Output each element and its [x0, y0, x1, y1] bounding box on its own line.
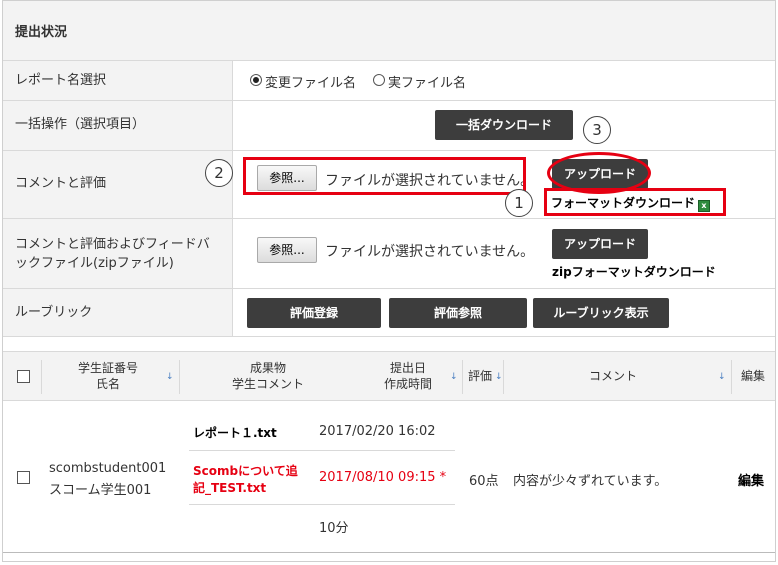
callout-number-1: 1 — [505, 189, 533, 217]
submit-date-2: 2017/08/10 09:15 * — [319, 470, 447, 485]
callout-number-3: 3 — [583, 116, 611, 144]
rubric-row: ルーブリック 評価登録 評価参照 ルーブリック表示 — [3, 289, 775, 337]
sort-student-icon[interactable]: ↓ — [166, 372, 174, 382]
header-student-id-line1[interactable]: 学生証番号 — [43, 360, 173, 376]
header-grade[interactable]: 評価 — [465, 368, 495, 384]
select-all-checkbox[interactable] — [17, 370, 30, 383]
submitted-file-1[interactable]: レポート１.txt — [193, 424, 277, 441]
comment-zip-label-line1: コメントと評価およびフィードバ — [15, 237, 210, 252]
report-name-label: レポート名選択 — [15, 73, 107, 88]
header-divider — [503, 360, 504, 394]
rubric-register-button[interactable]: 評価登録 — [247, 298, 381, 328]
report-name-row: レポート名選択 変更ファイル名 実ファイル名 — [3, 61, 775, 101]
zip-format-download-link[interactable]: zipフォーマットダウンロード — [552, 263, 716, 280]
header-student-name-line2[interactable]: 氏名 — [43, 376, 173, 392]
sort-grade-icon[interactable]: ↓ — [495, 372, 503, 382]
rubric-display-button[interactable]: ルーブリック表示 — [533, 298, 669, 328]
zip-no-file-text: ファイルが選択されていません。 — [325, 244, 535, 260]
comment-text: 内容が少々ずれています。 — [513, 474, 668, 489]
submitted-file-2-line2[interactable]: 記_TEST.txt — [193, 479, 266, 496]
radio-actual-filename[interactable] — [373, 74, 385, 86]
radio-changed-filename-label[interactable]: 変更ファイル名 — [265, 72, 356, 91]
table-bottom-border — [3, 552, 775, 553]
zip-upload-button[interactable]: アップロード — [552, 229, 648, 259]
header-divider — [179, 360, 180, 394]
bulk-download-button[interactable]: 一括ダウンロード — [435, 110, 573, 140]
bulk-operation-row: 一括操作（選択項目） 一括ダウンロード — [3, 101, 775, 151]
header-divider — [462, 360, 463, 394]
header-comment[interactable]: コメント — [508, 368, 718, 384]
radio-actual-filename-label[interactable]: 実ファイル名 — [388, 72, 466, 91]
header-submit-date[interactable]: 提出日 作成時間 — [363, 360, 453, 392]
edit-link[interactable]: 編集 — [738, 470, 764, 489]
sort-date-icon[interactable]: ↓ — [450, 372, 458, 382]
annotation-file-select-highlight — [243, 157, 526, 195]
submitted-file-2-line1[interactable]: Scombについて追 — [193, 462, 298, 479]
grade-value: 60点 — [469, 474, 499, 489]
header-work: 成果物 学生コメント — [183, 360, 353, 392]
row-select-checkbox[interactable] — [17, 471, 30, 484]
header-date-line1[interactable]: 提出日 — [363, 360, 453, 376]
report-name-label-cell: レポート名選択 — [3, 61, 233, 100]
zip-browse-button[interactable]: 参照... — [257, 237, 317, 263]
student-id: scombstudent001 — [49, 461, 167, 476]
header-date-line2[interactable]: 作成時間 — [363, 376, 453, 392]
radio-changed-filename[interactable] — [250, 74, 262, 86]
student-name: スコーム学生001 — [49, 483, 152, 498]
submission-table-header: 学生証番号 氏名 ↓ 成果物 学生コメント 提出日 作成時間 ↓ 評価 ↓ コメ… — [3, 351, 775, 401]
row-divider — [189, 450, 455, 451]
header-work-line2: 学生コメント — [231, 377, 304, 391]
comment-zip-label-cell: コメントと評価およびフィードバ ックファイル(zipファイル) — [3, 219, 233, 288]
header-student-id[interactable]: 学生証番号 氏名 — [43, 360, 173, 392]
comment-feedback-zip-row: コメントと評価およびフィードバ ックファイル(zipファイル) 参照... ファ… — [3, 219, 775, 289]
header-edit: 編集 — [740, 369, 765, 383]
bulk-label: 一括操作（選択項目） — [15, 117, 146, 132]
annotation-format-download-highlight — [544, 188, 726, 216]
submission-status-panel: 提出状況 レポート名選択 変更ファイル名 実ファイル名 一括操作（選択項目） 一… — [2, 0, 776, 562]
header-divider — [41, 360, 42, 394]
rubric-label-cell: ルーブリック — [3, 289, 233, 336]
submit-date-1: 2017/02/20 16:02 — [319, 424, 436, 439]
creation-time: 10分 — [319, 521, 349, 536]
bulk-label-cell: 一括操作（選択項目） — [3, 101, 233, 150]
callout-number-2: 2 — [205, 159, 233, 187]
comment-zip-label-line2: ックファイル(zipファイル) — [15, 256, 174, 271]
section-header: 提出状況 — [3, 1, 775, 61]
section-title: 提出状況 — [15, 25, 68, 40]
header-work-line1: 成果物 — [249, 361, 286, 375]
comment-label-cell: コメントと評価 — [3, 151, 233, 218]
header-divider — [731, 360, 732, 394]
rubric-label: ルーブリック — [15, 305, 93, 320]
rubric-view-button[interactable]: 評価参照 — [389, 298, 527, 328]
comment-label: コメントと評価 — [15, 176, 107, 191]
row-divider — [189, 504, 455, 505]
sort-comment-icon[interactable]: ↓ — [718, 372, 726, 382]
